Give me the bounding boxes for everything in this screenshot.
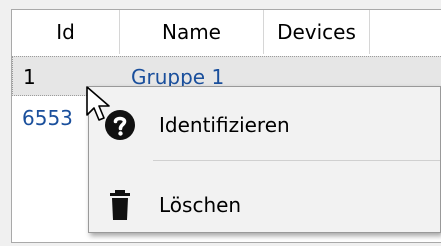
grid-header: Id Name Devices: [12, 10, 441, 54]
menu-separator: [153, 160, 440, 161]
menu-item-delete[interactable]: Löschen: [89, 175, 440, 235]
context-menu: Identifizieren Löschen: [88, 86, 441, 233]
trash-icon: [110, 190, 130, 220]
mouse-pointer-icon: [86, 86, 110, 121]
menu-item-label: Löschen: [159, 193, 242, 217]
column-header-id[interactable]: Id: [12, 10, 120, 54]
column-header-name[interactable]: Name: [120, 10, 264, 54]
menu-item-identify[interactable]: Identifizieren: [89, 95, 440, 155]
column-header-devices[interactable]: Devices: [264, 10, 370, 54]
menu-item-label: Identifizieren: [159, 113, 290, 137]
